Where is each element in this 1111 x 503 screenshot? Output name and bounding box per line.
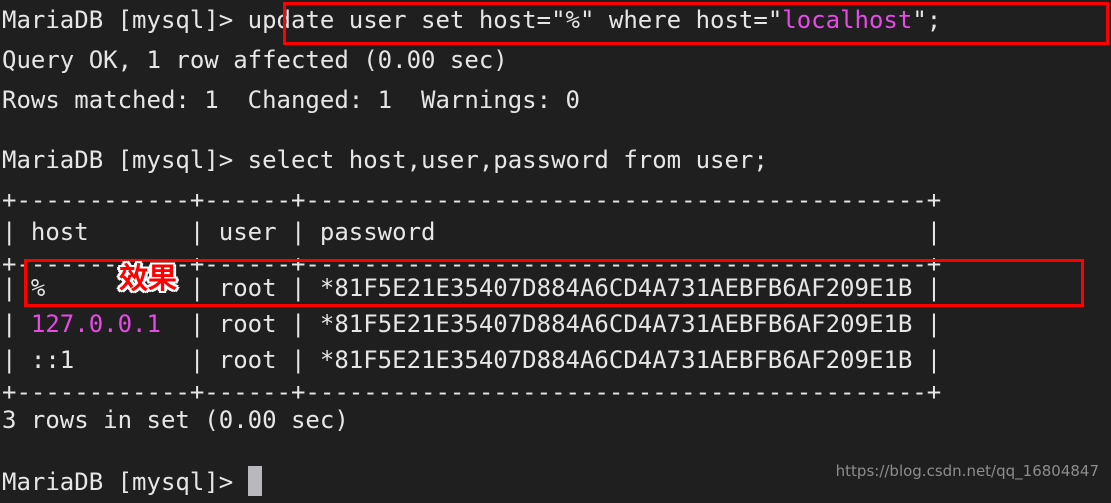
row-host-value: 127.0.0.1 [30, 310, 161, 338]
terminal-line-rows-in-set: 3 rows in set (0.00 sec) [2, 406, 349, 434]
row-suffix: | root | *81F5E21E35407D884A6CD4A731AEBF… [160, 310, 942, 338]
terminal-line-update-command: MariaDB [mysql]> update user set host="%… [2, 0, 941, 40]
terminal-line-rows-matched: Rows matched: 1 Changed: 1 Warnings: 0 [2, 86, 580, 114]
terminal-line-select-command: MariaDB [mysql]> select host,user,passwo… [2, 140, 768, 180]
text-cursor [247, 466, 262, 496]
command-text-part2: "; [912, 6, 942, 34]
table-row: | 127.0.0.1 | root | *81F5E21E35407D884A… [2, 304, 941, 344]
prompt-label-2: MariaDB [mysql]> [2, 146, 248, 174]
prompt-label: MariaDB [mysql]> [2, 6, 248, 34]
terminal-window[interactable]: MariaDB [mysql]> update user set host="%… [0, 0, 1111, 503]
select-command-text: select host,user,password from user; [247, 146, 768, 174]
prompt-label-3: MariaDB [mysql]> [2, 468, 248, 496]
terminal-line-query-ok: Query OK, 1 row affected (0.00 sec) [2, 46, 508, 74]
annotation-effect-label: 效果 [119, 261, 178, 295]
row-prefix: | [2, 310, 31, 338]
command-text-part1: update user set host="%" where host=" [247, 6, 783, 34]
command-host-value: localhost [782, 6, 913, 34]
terminal-line-final-prompt[interactable]: MariaDB [mysql]> [2, 462, 262, 502]
watermark-url: https://blog.csdn.net/qq_16804847 [835, 462, 1099, 480]
